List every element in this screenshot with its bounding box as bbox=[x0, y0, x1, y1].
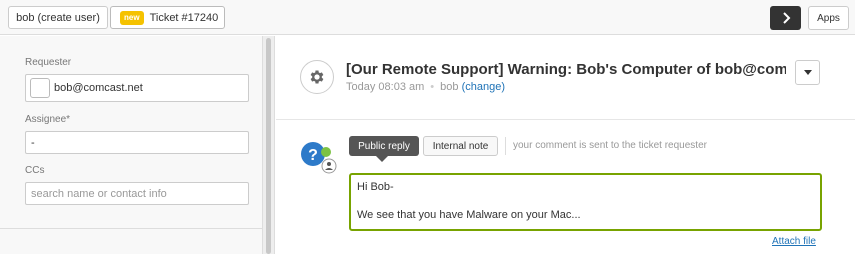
splitter-handle[interactable] bbox=[266, 38, 271, 254]
ticket-options-button[interactable] bbox=[795, 60, 820, 85]
internal-note-tab[interactable]: Internal note bbox=[423, 136, 498, 156]
ccs-label: CCs bbox=[25, 165, 45, 176]
public-reply-tab[interactable]: Public reply bbox=[349, 136, 419, 156]
reply-editor[interactable]: Hi Bob- We see that you have Malware on … bbox=[349, 173, 822, 231]
reply-line-1: Hi Bob- bbox=[357, 181, 394, 193]
help-question-icon: ? bbox=[301, 142, 337, 174]
assignee-field[interactable]: - bbox=[25, 131, 249, 154]
panel-splitter[interactable] bbox=[262, 36, 275, 254]
new-badge: new bbox=[120, 10, 144, 25]
ticket-main: [Our Remote Support] Warning: Bob's Comp… bbox=[276, 36, 855, 254]
gear-icon bbox=[310, 70, 324, 84]
meta-separator: • bbox=[430, 81, 435, 93]
attach-file-link[interactable]: Attach file bbox=[772, 236, 816, 247]
tab-user[interactable]: bob (create user) bbox=[8, 6, 108, 29]
reply-line-2: We see that you have Malware on your Mac… bbox=[357, 209, 581, 221]
requester-label: Requester bbox=[25, 57, 72, 68]
ticket-author: bob bbox=[440, 81, 459, 93]
tab-user-label: bob (create user) bbox=[16, 11, 100, 24]
requester-value: bob@comcast.net bbox=[54, 82, 143, 94]
internal-note-label: Internal note bbox=[432, 140, 489, 152]
ccs-field[interactable] bbox=[25, 182, 249, 205]
top-bar: bob (create user) new Ticket #17240 Apps bbox=[0, 0, 855, 35]
divider bbox=[276, 119, 855, 120]
ticket-properties-panel: Requester bob@comcast.net Assignee* - CC… bbox=[0, 36, 262, 254]
ticket-meta: Today 08:03 am • bob (change) bbox=[346, 81, 505, 93]
avatar bbox=[30, 78, 50, 98]
caret-down-icon bbox=[803, 69, 812, 75]
next-button[interactable] bbox=[770, 6, 801, 30]
tab-ticket[interactable]: new Ticket #17240 bbox=[110, 6, 225, 29]
public-reply-label: Public reply bbox=[358, 140, 410, 152]
svg-text:?: ? bbox=[308, 147, 318, 164]
apps-button[interactable]: Apps bbox=[808, 6, 849, 30]
divider bbox=[505, 137, 506, 155]
change-author-link[interactable]: (change) bbox=[462, 81, 505, 93]
ticket-source-badge bbox=[300, 60, 334, 94]
ticket-subject: [Our Remote Support] Warning: Bob's Comp… bbox=[346, 61, 786, 78]
ccs-input[interactable] bbox=[26, 187, 248, 200]
chevron-right-icon bbox=[782, 12, 790, 24]
tab-ticket-label: Ticket #17240 bbox=[149, 11, 219, 24]
divider bbox=[0, 228, 262, 229]
apps-label: Apps bbox=[817, 12, 840, 24]
active-tab-pointer bbox=[376, 156, 388, 162]
ticket-timestamp: Today 08:03 am bbox=[346, 81, 425, 93]
assignee-label: Assignee* bbox=[25, 114, 71, 125]
assignee-value: - bbox=[31, 136, 35, 149]
requester-field[interactable]: bob@comcast.net bbox=[25, 74, 249, 102]
reply-hint: your comment is sent to the ticket reque… bbox=[513, 140, 707, 151]
